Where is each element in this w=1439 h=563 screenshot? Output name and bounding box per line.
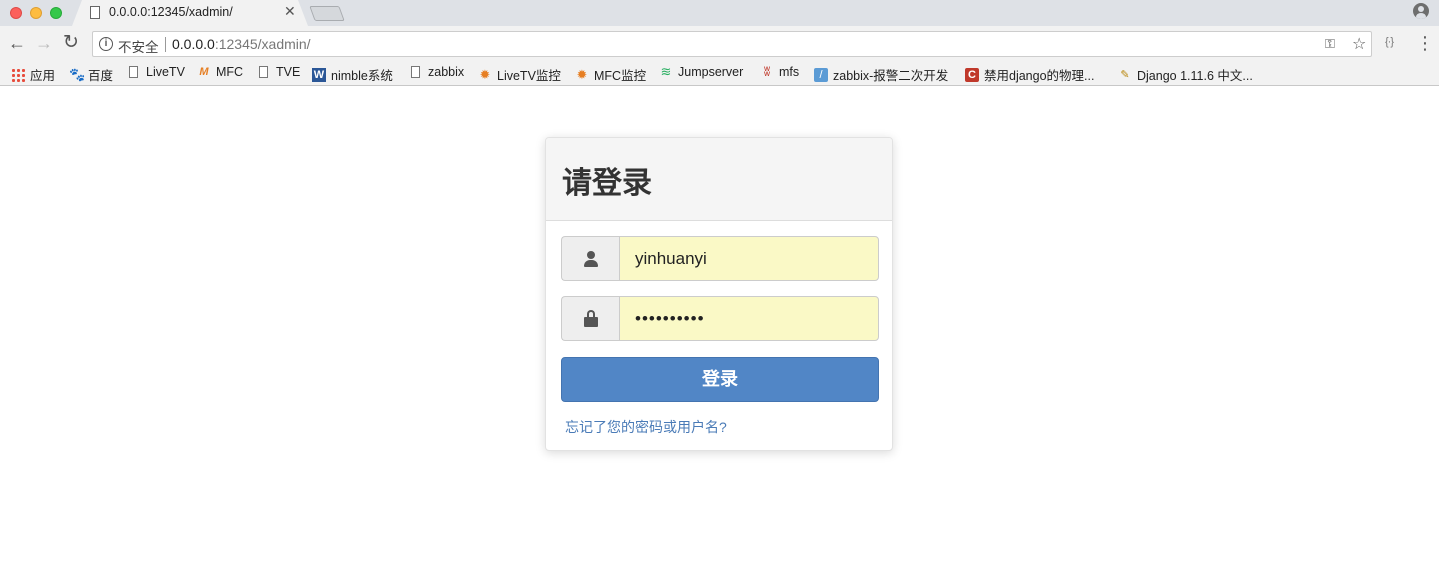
browser-tab[interactable]: 0.0.0.0:12345/xadmin/ ✕ bbox=[72, 0, 308, 26]
username-input-group bbox=[561, 236, 879, 281]
bookmark-label: nimble系统 bbox=[331, 69, 393, 83]
browser-toolbar: ← → ↻ i 不安全 0.0.0.0:12345/xadmin/ ⚿ ☆ {·… bbox=[0, 26, 1439, 62]
csdn-icon: C bbox=[965, 67, 979, 82]
feather-icon: / bbox=[814, 67, 828, 82]
django-icon: ✎ bbox=[1120, 68, 1130, 81]
password-input[interactable] bbox=[619, 296, 879, 341]
bookmark-label: Django 1.11.6 中文... bbox=[1137, 69, 1253, 83]
title-bar: 0.0.0.0:12345/xadmin/ ✕ bbox=[0, 0, 1439, 26]
user-icon bbox=[584, 251, 598, 267]
tab-title: 0.0.0.0:12345/xadmin/ bbox=[109, 5, 233, 19]
bookmark-label: mfs bbox=[779, 65, 800, 79]
grafana-icon: ✹ bbox=[479, 66, 491, 82]
page-icon bbox=[411, 66, 420, 78]
grafana-icon: ✹ bbox=[576, 66, 588, 82]
tab-close-icon[interactable]: ✕ bbox=[284, 3, 296, 20]
bookmark-jumpserver[interactable]: ≋ Jumpserver bbox=[659, 64, 744, 80]
bookmarks-bar: 应用 🐾 百度 LiveTV M MFC TVE Wnimble系统 zabbix … bbox=[0, 62, 1439, 86]
bookmark-label: TVE bbox=[276, 65, 301, 79]
profile-icon[interactable] bbox=[1413, 3, 1429, 19]
bookmark-mfs[interactable]: ʬ mfs bbox=[760, 64, 800, 80]
bookmark-django-disable[interactable]: C 禁用django的物理... bbox=[965, 65, 1094, 84]
forward-arrow-icon[interactable]: → bbox=[35, 33, 53, 53]
bookmark-mfc-monitor[interactable]: ✹ MFC监控 bbox=[575, 65, 647, 84]
forgot-password-link[interactable]: 忘记了您的密码或用户名? bbox=[565, 417, 727, 437]
bookmark-tve[interactable]: TVE bbox=[259, 65, 300, 79]
bookmark-label: zabbix bbox=[428, 65, 465, 79]
menu-kebab-icon[interactable]: ⋮ bbox=[1416, 33, 1434, 53]
page-icon bbox=[129, 66, 138, 78]
separator bbox=[165, 37, 166, 52]
bookmark-baidu[interactable]: 🐾 百度 bbox=[69, 65, 113, 84]
bookmark-label: 百度 bbox=[88, 69, 114, 83]
key-icon[interactable]: ⚿ bbox=[1325, 36, 1335, 52]
bookmark-nimble[interactable]: Wnimble系统 bbox=[312, 65, 393, 84]
window-maximize-button[interactable] bbox=[50, 7, 62, 19]
page-icon bbox=[90, 6, 100, 19]
login-panel: 请登录 登录 忘记了您的密码或用户名? bbox=[545, 137, 893, 451]
username-input[interactable] bbox=[619, 236, 879, 281]
word-icon: W bbox=[312, 67, 326, 82]
bookmark-label: LiveTV bbox=[146, 65, 185, 79]
json-extension-icon[interactable]: {·} bbox=[1385, 36, 1394, 48]
bookmark-label: MFC bbox=[216, 65, 244, 79]
bookmark-label: Jumpserver bbox=[678, 65, 744, 79]
password-input-group bbox=[561, 296, 879, 341]
bookmark-apps[interactable]: 应用 bbox=[11, 65, 55, 84]
address-bar[interactable]: i 不安全 0.0.0.0:12345/xadmin/ ⚿ ☆ bbox=[92, 31, 1372, 57]
mfs-icon: ʬ bbox=[763, 64, 771, 79]
page-icon bbox=[259, 66, 268, 78]
mfc-icon: M bbox=[199, 66, 209, 78]
apps-grid-icon bbox=[11, 67, 25, 82]
login-panel-heading: 请登录 bbox=[546, 138, 892, 221]
bookmark-label: LiveTV监控 bbox=[497, 69, 561, 83]
bookmark-label: 应用 bbox=[30, 69, 56, 83]
new-tab-button[interactable] bbox=[309, 6, 345, 21]
stack-icon: ≋ bbox=[660, 64, 672, 79]
bookmark-livetv-monitor[interactable]: ✹ LiveTV监控 bbox=[478, 65, 561, 84]
password-addon bbox=[561, 296, 619, 341]
bookmark-label: MFC监控 bbox=[594, 69, 647, 83]
security-label[interactable]: 不安全 bbox=[118, 36, 159, 56]
info-icon[interactable]: i bbox=[99, 37, 113, 51]
star-icon[interactable]: ☆ bbox=[1352, 34, 1366, 54]
url-text[interactable]: 0.0.0.0:12345/xadmin/ bbox=[172, 36, 311, 52]
bookmark-livetv[interactable]: LiveTV bbox=[129, 65, 185, 79]
bookmark-zabbix[interactable]: zabbix bbox=[411, 65, 464, 79]
bookmark-mfc[interactable]: M MFC bbox=[197, 65, 243, 79]
window-minimize-button[interactable] bbox=[30, 7, 42, 19]
bookmark-label: zabbix-报警二次开发 bbox=[833, 69, 949, 83]
paw-icon: 🐾 bbox=[69, 66, 86, 82]
bookmark-django-docs[interactable]: ✎ Django 1.11.6 中文... bbox=[1118, 65, 1253, 84]
login-title: 请登录 bbox=[562, 167, 652, 200]
reload-icon[interactable]: ↻ bbox=[63, 33, 79, 53]
lock-icon bbox=[584, 310, 598, 327]
bookmark-label: 禁用django的物理... bbox=[984, 69, 1095, 83]
url-host: 0.0.0.0 bbox=[172, 36, 215, 52]
username-addon bbox=[561, 236, 619, 281]
back-arrow-icon[interactable]: ← bbox=[8, 33, 26, 53]
bookmark-zabbix-alert[interactable]: / zabbix-报警二次开发 bbox=[814, 65, 948, 84]
url-path: :12345/xadmin/ bbox=[214, 36, 311, 52]
window-close-button[interactable] bbox=[10, 7, 22, 19]
login-button[interactable]: 登录 bbox=[561, 357, 879, 402]
